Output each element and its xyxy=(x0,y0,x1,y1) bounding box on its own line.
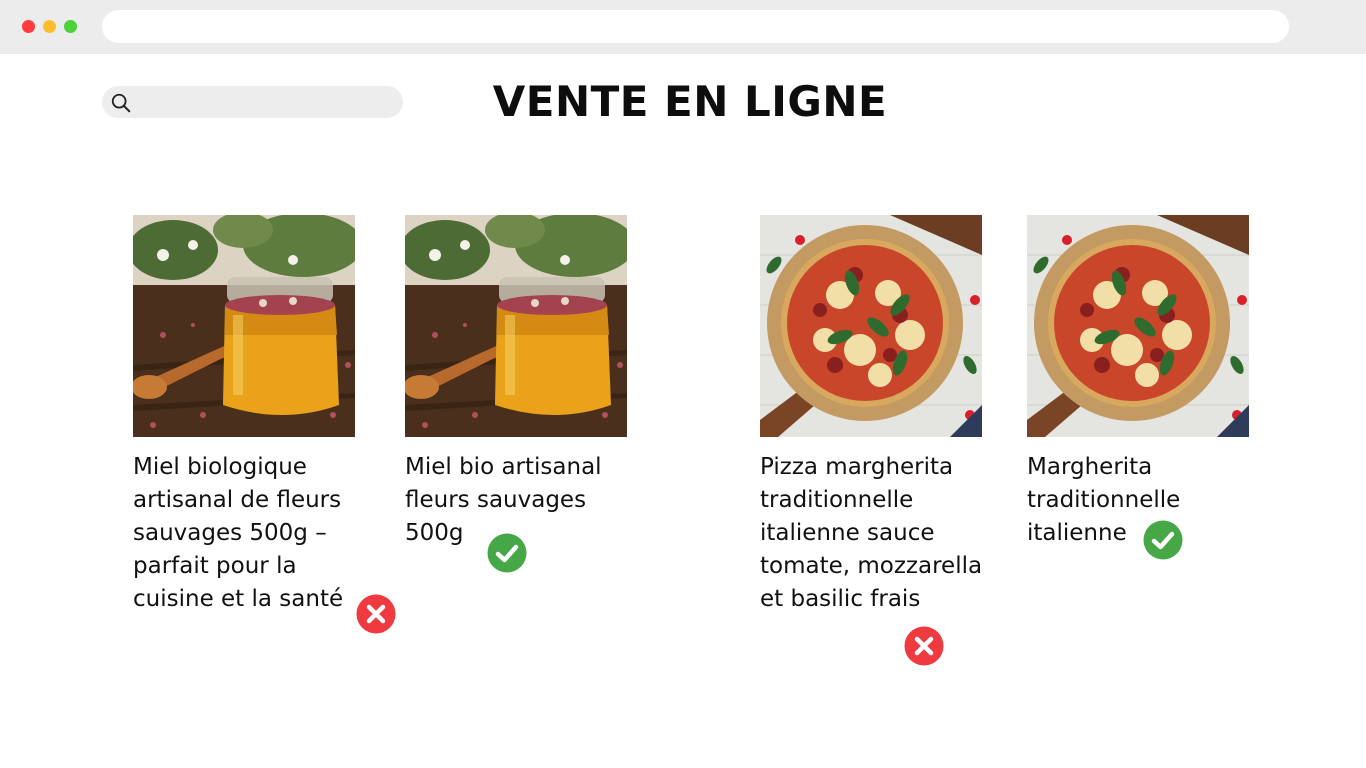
search-icon[interactable] xyxy=(110,92,132,114)
product-name[interactable]: Margherita traditionnelle italienne xyxy=(1027,451,1251,550)
address-bar[interactable] xyxy=(102,10,1289,43)
product-image-pizza[interactable] xyxy=(760,215,982,437)
cross-icon xyxy=(904,626,944,666)
page-title: VENTE EN LIGNE xyxy=(492,77,888,126)
product-card[interactable]: Miel bio artisanal fleurs sauvages 500g xyxy=(405,215,629,550)
check-icon xyxy=(1143,520,1183,560)
product-card[interactable]: Miel biologique artisanal de fleurs sauv… xyxy=(133,215,357,616)
product-name[interactable]: Pizza margherita traditionnelle italienn… xyxy=(760,451,984,616)
check-icon xyxy=(487,533,527,573)
cross-icon xyxy=(356,594,396,634)
product-card[interactable]: Pizza margherita traditionnelle italienn… xyxy=(760,215,984,616)
product-image-pizza[interactable] xyxy=(1027,215,1249,437)
minimize-window-button[interactable] xyxy=(43,20,56,33)
product-name[interactable]: Miel biologique artisanal de fleurs sauv… xyxy=(133,451,357,616)
product-image-honey[interactable] xyxy=(133,215,355,437)
product-card[interactable]: Margherita traditionnelle italienne xyxy=(1027,215,1251,550)
product-image-honey[interactable] xyxy=(405,215,627,437)
search-input[interactable] xyxy=(102,86,403,118)
close-window-button[interactable] xyxy=(22,20,35,33)
maximize-window-button[interactable] xyxy=(64,20,77,33)
browser-chrome xyxy=(0,0,1366,54)
